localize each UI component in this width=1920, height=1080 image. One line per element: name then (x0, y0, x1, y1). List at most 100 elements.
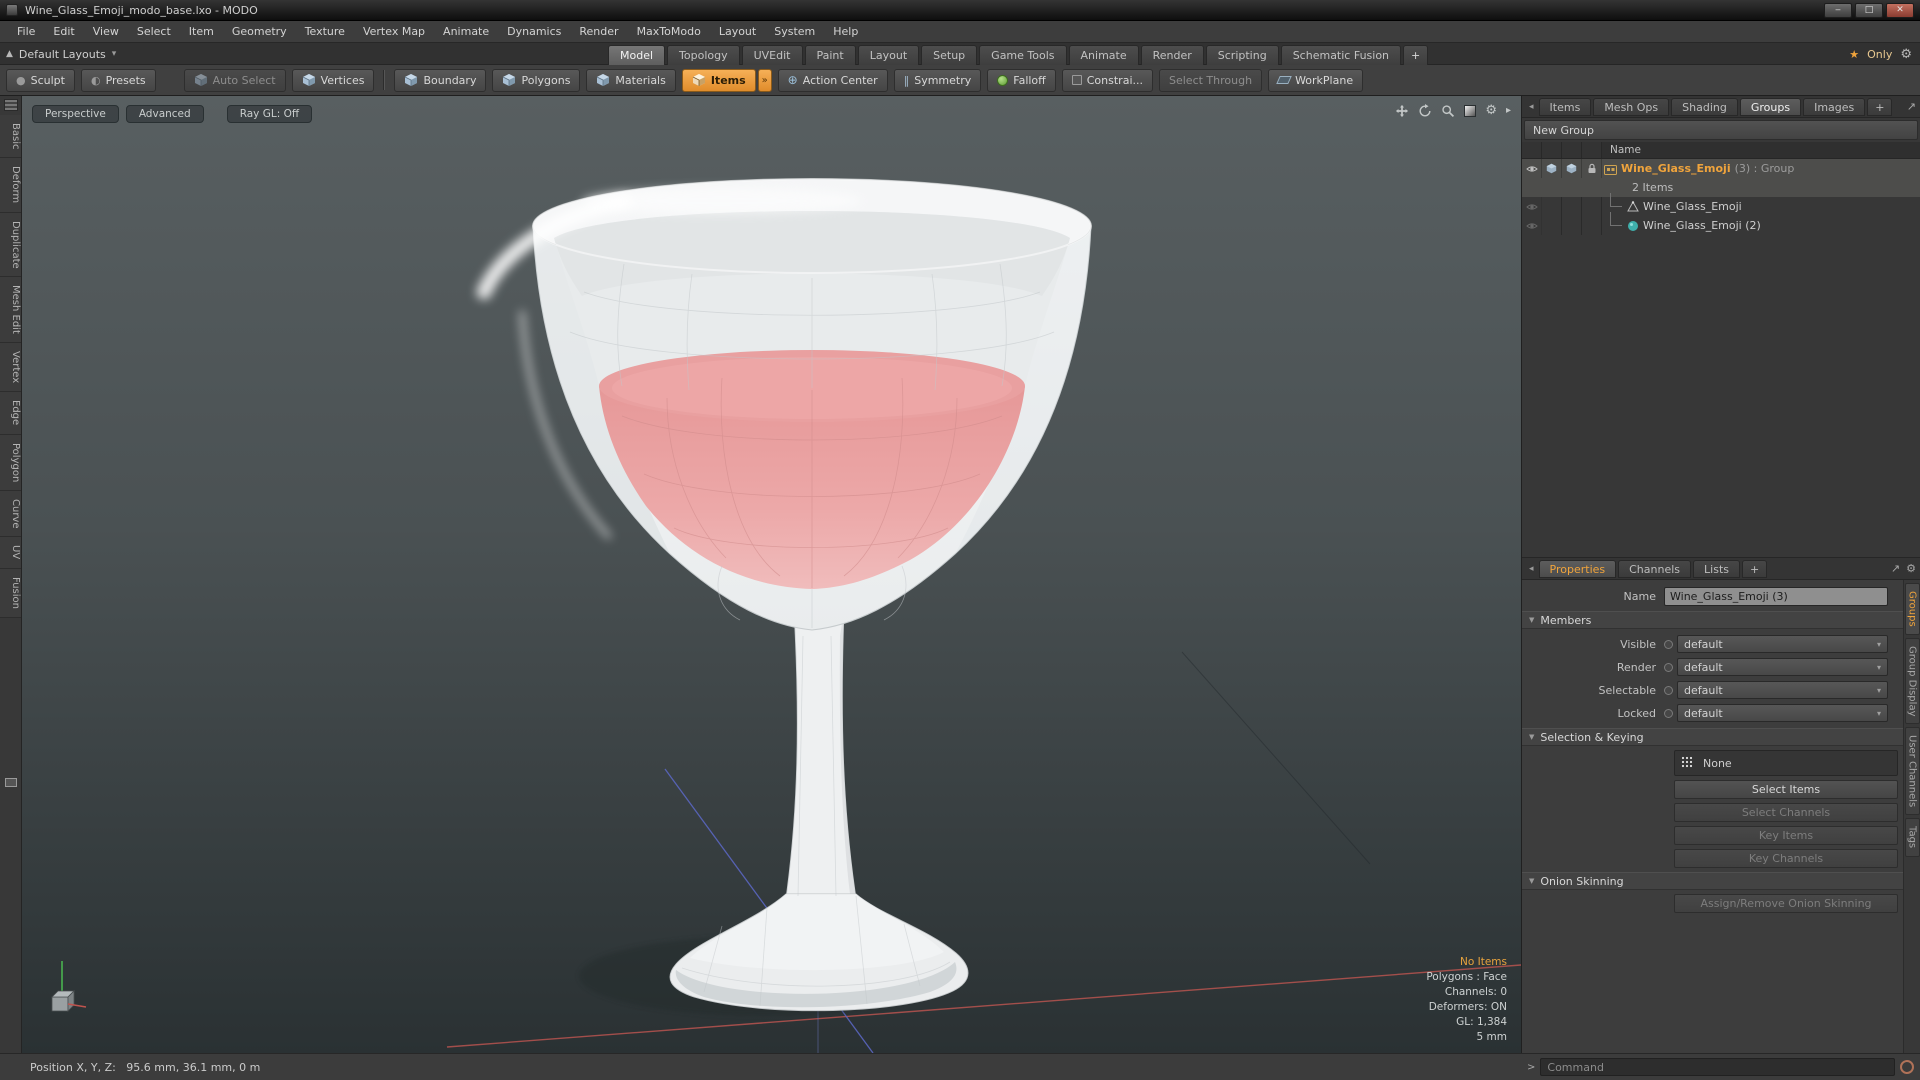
add-layout-tab-button[interactable]: + (1403, 45, 1429, 65)
3d-scene[interactable] (22, 96, 1521, 1053)
toolbox-tab-edge[interactable]: Edge (0, 392, 21, 435)
symmetry-button[interactable]: ‖ Symmetry (893, 68, 982, 92)
viewport-tab-perspective[interactable]: Perspective (32, 105, 119, 123)
lock-toggle-icon[interactable] (1582, 159, 1602, 178)
tab-render[interactable]: Render (1140, 45, 1204, 65)
tab-groups[interactable]: Groups (1739, 97, 1802, 116)
promote-icon[interactable]: ▲ (6, 49, 13, 59)
minimize-button[interactable]: ‒ (1824, 2, 1852, 18)
key-items-button[interactable]: Key Items (1674, 826, 1898, 845)
selection-set-none-button[interactable]: None (1674, 750, 1898, 776)
key-channels-button[interactable]: Key Channels (1674, 849, 1898, 868)
menu-item[interactable]: Item (180, 21, 223, 43)
side-tab-group-display[interactable]: Group Display (1904, 637, 1920, 725)
tab-animate[interactable]: Animate (1068, 45, 1139, 65)
menu-view[interactable]: View (84, 21, 128, 43)
tabs-back-icon[interactable]: ◂ (1526, 564, 1537, 574)
menu-dynamics[interactable]: Dynamics (498, 21, 570, 43)
group-name-input[interactable] (1664, 586, 1888, 606)
channel-dot-icon[interactable] (1664, 639, 1673, 649)
macro-record-icon[interactable] (1900, 1060, 1914, 1074)
locked-dropdown[interactable]: default ▾ (1677, 704, 1888, 722)
assign-onion-skinning-button[interactable]: Assign/Remove Onion Skinning (1674, 894, 1898, 913)
section-onion-skinning[interactable]: ▼ Onion Skinning (1522, 872, 1903, 890)
tree-row-group[interactable]: Wine_Glass_Emoji (3) : Group (1522, 159, 1920, 178)
command-input[interactable] (1540, 1058, 1895, 1076)
menu-vertex-map[interactable]: Vertex Map (354, 21, 434, 43)
gear-icon[interactable]: ⚙ (1900, 47, 1912, 62)
tab-shading[interactable]: Shading (1671, 97, 1738, 116)
tab-paint[interactable]: Paint (804, 45, 856, 65)
viewport-tab-raygl[interactable]: Ray GL: Off (226, 105, 313, 123)
menu-edit[interactable]: Edit (44, 21, 83, 43)
toolbox-tab-basic[interactable]: Basic (0, 115, 21, 159)
tab-game-tools[interactable]: Game Tools (979, 45, 1067, 65)
select-items-button[interactable]: Select Items (1674, 780, 1898, 799)
toolbox-tab-mesh-edit[interactable]: Mesh Edit (0, 277, 21, 344)
viewport-gear-icon[interactable]: ⚙ (1485, 103, 1497, 118)
menu-geometry[interactable]: Geometry (223, 21, 296, 43)
tab-schematic-fusion[interactable]: Schematic Fusion (1280, 45, 1402, 65)
eye-icon[interactable] (1522, 159, 1542, 178)
viewport-tab-advanced[interactable]: Advanced (125, 105, 204, 123)
visible-dropdown[interactable]: default ▾ (1677, 635, 1888, 653)
tab-items[interactable]: Items (1538, 97, 1592, 116)
eye-icon[interactable] (1522, 216, 1542, 235)
tree-row-child1[interactable]: Wine_Glass_Emoji (1522, 192, 1920, 216)
tabs-back-icon[interactable]: ◂ (1526, 102, 1537, 112)
toolbox-tab-duplicate[interactable]: Duplicate (0, 212, 21, 278)
tab-model[interactable]: Model (608, 45, 666, 65)
tab-topology[interactable]: Topology (667, 45, 740, 65)
menu-animate[interactable]: Animate (434, 21, 498, 43)
select-channels-button[interactable]: Select Channels (1674, 803, 1898, 822)
constraints-button[interactable]: Constrai... (1061, 68, 1153, 92)
toolbox-tab-vertex[interactable]: Vertex (0, 343, 21, 393)
select-toggle-icon[interactable] (1562, 159, 1582, 178)
render-toggle-icon[interactable] (1542, 159, 1562, 178)
channel-dot-icon[interactable] (1664, 662, 1673, 672)
toolbox-tab-fusion[interactable]: Fusion (0, 568, 21, 618)
name-column-header[interactable]: Name (1602, 144, 1641, 156)
auto-select-button[interactable]: Auto Select (183, 68, 286, 92)
toolbox-tab-deform[interactable]: Deform (0, 158, 21, 213)
rotate-icon[interactable] (1418, 103, 1432, 118)
section-members[interactable]: ▼ Members (1522, 611, 1903, 629)
add-properties-tab-button[interactable]: + (1742, 559, 1768, 578)
menu-select[interactable]: Select (128, 21, 180, 43)
render-dropdown[interactable]: default ▾ (1677, 658, 1888, 676)
tab-uvedit[interactable]: UVEdit (741, 45, 803, 65)
menu-render[interactable]: Render (570, 21, 627, 43)
tab-setup[interactable]: Setup (921, 45, 978, 65)
tree-row-child2[interactable]: Wine_Glass_Emoji (2) (1522, 211, 1920, 235)
toolbox-grid-icon[interactable] (3, 99, 18, 111)
channel-dot-icon[interactable] (1664, 708, 1673, 718)
tab-properties[interactable]: Properties (1538, 559, 1617, 578)
zoom-icon[interactable] (1441, 104, 1455, 118)
toolbox-tab-uv[interactable]: UV (0, 537, 21, 569)
tab-mesh-ops[interactable]: Mesh Ops (1593, 97, 1670, 116)
menu-file[interactable]: File (8, 21, 44, 43)
tab-lists[interactable]: Lists (1693, 559, 1740, 578)
falloff-button[interactable]: Falloff (987, 68, 1056, 92)
action-center-button[interactable]: ⊕ Action Center (777, 68, 888, 92)
new-group-button[interactable]: New Group (1524, 120, 1918, 140)
3d-viewport[interactable]: Perspective Advanced Ray GL: Off ⚙ ▸ No … (22, 96, 1521, 1053)
vertices-button[interactable]: Vertices (291, 68, 375, 92)
only-toggle[interactable]: Only (1867, 48, 1892, 61)
eye-icon[interactable] (1522, 197, 1542, 216)
menu-help[interactable]: Help (824, 21, 867, 43)
section-selection-keying[interactable]: ▼ Selection & Keying (1522, 728, 1903, 746)
maximize-button[interactable]: □ (1855, 2, 1883, 18)
channel-dot-icon[interactable] (1664, 685, 1673, 695)
polygons-button[interactable]: Polygons (492, 68, 581, 92)
items-more-button[interactable]: » (757, 68, 772, 92)
tab-images[interactable]: Images (1803, 97, 1866, 116)
presets-button[interactable]: ◐ Presets (80, 68, 156, 92)
sculpt-button[interactable]: ● Sculpt (6, 68, 75, 92)
menu-maxtomodo[interactable]: MaxToModo (628, 21, 710, 43)
toolbox-tab-curve[interactable]: Curve (0, 490, 21, 538)
menu-layout[interactable]: Layout (710, 21, 765, 43)
pan-icon[interactable] (1395, 104, 1409, 118)
select-through-button[interactable]: Select Through (1159, 68, 1263, 92)
workplane-button[interactable]: WorkPlane (1268, 68, 1364, 92)
